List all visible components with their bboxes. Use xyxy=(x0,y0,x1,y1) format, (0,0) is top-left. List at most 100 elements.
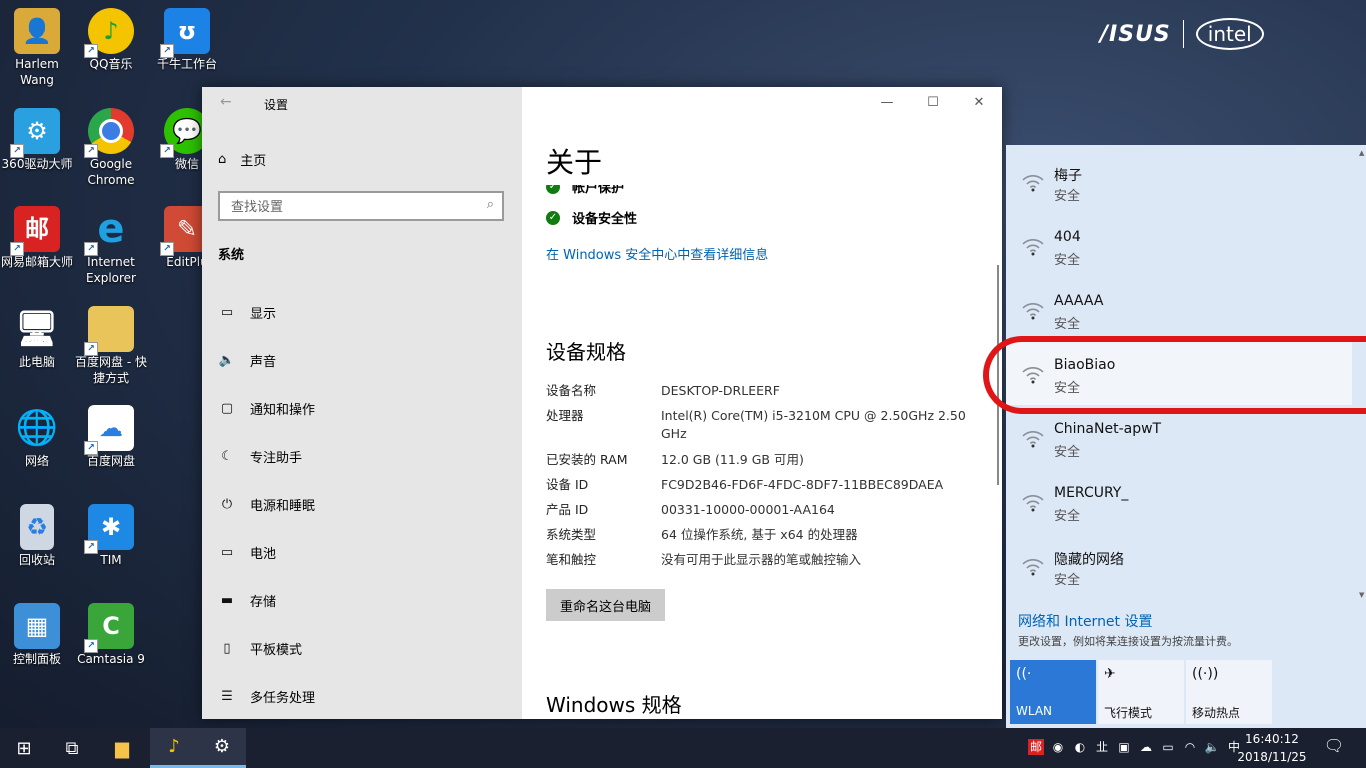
section-label-system: 系统 xyxy=(218,248,245,263)
asus-logo: /ISUS xyxy=(1100,21,1171,47)
flyout-scrollbar[interactable]: ▲ ▼ xyxy=(1358,149,1364,599)
spec-row: 产品 ID 00331-10000-00001-AA164 xyxy=(546,502,835,517)
display-icon: ▭ xyxy=(220,304,234,320)
mail-master-tray-icon[interactable]: 邮 xyxy=(1028,739,1044,755)
settings-sidebar: ← 设置 ⌂ 主页 ⌕ 系统 ▭显示 🔈声音 ▢通知和操作 ☾专注助手 ⏻电源和… xyxy=(202,87,522,719)
taskbar-clock[interactable]: 16:40:12 2018/11/25 xyxy=(1232,730,1312,766)
desktop-icon-harlem-wang[interactable]: 👤 Harlem Wang xyxy=(0,8,74,88)
nav-item-tablet-mode[interactable]: ▯ 平板模式 xyxy=(218,636,302,660)
recycle-bin-icon: ♻ xyxy=(20,504,54,550)
wifi-network-item[interactable]: BiaoBiao 安全 xyxy=(1006,341,1352,405)
qq-music-icon: ♪ ↗ xyxy=(84,8,134,58)
desktop-icon-control-panel[interactable]: ▦ 控制面板 xyxy=(0,603,74,667)
wifi-network-item[interactable]: ChinaNet-apwT 安全 xyxy=(1006,405,1352,469)
folder-icon: ↗ xyxy=(84,306,134,356)
wifi-icon xyxy=(1022,367,1044,384)
nav-item-power[interactable]: ⏻ 电源和睡眠 xyxy=(218,492,315,516)
spec-row: 已安装的 RAM 12.0 GB (11.9 GB 可用) xyxy=(546,452,804,467)
content-scrollbar[interactable] xyxy=(997,265,999,485)
network-settings-description: 更改设置，例如将某连接设置为按流量计费。 xyxy=(1018,635,1238,648)
wifi-icon xyxy=(1022,175,1044,192)
input-method-icon[interactable]: 㐀 xyxy=(1094,739,1110,755)
wifi-icon xyxy=(1022,495,1044,512)
wifi-icon xyxy=(1022,559,1044,576)
network-flyout: 梅子 安全 404 安全 AAAAA 安全 BiaoBiao 安全 ChinaN… xyxy=(1006,145,1366,728)
desktop-icon-network[interactable]: 🌐 网络 xyxy=(0,405,74,469)
clock-date: 2018/11/25 xyxy=(1237,750,1307,764)
hotspot-icon: ((·)) xyxy=(1192,666,1219,682)
wifi-icon[interactable]: ◠ xyxy=(1182,739,1198,755)
wifi-network-item[interactable]: MERCURY_ 安全 xyxy=(1006,469,1352,533)
wifi-network-item[interactable]: 404 安全 xyxy=(1006,213,1352,277)
mobile-hotspot-tile[interactable]: ((·)) 移动热点 xyxy=(1186,660,1272,724)
airplane-mode-tile[interactable]: ✈ 飞行模式 xyxy=(1098,660,1184,724)
tim-icon: ✱ ↗ xyxy=(84,504,134,554)
nav-item-focus-assist[interactable]: ☾ 专注助手 xyxy=(218,444,302,468)
volume-icon[interactable]: 🔈 xyxy=(1204,739,1220,755)
power-icon: ⏻ xyxy=(221,496,233,512)
battery-icon: ▭ xyxy=(220,544,234,560)
close-icon[interactable]: ✕ xyxy=(956,87,1002,119)
nav-home[interactable]: ⌂ 主页 xyxy=(218,150,266,169)
rename-pc-button[interactable]: 重命名这台电脑 xyxy=(546,589,666,621)
taskbar-qq-music[interactable]: ♪ xyxy=(150,728,198,768)
desktop-icon-baidu-netdisk[interactable]: ☁ ↗ 百度网盘 xyxy=(74,405,148,469)
desktop-icon-qianniu[interactable]: ʊ ↗ 千牛工作台 xyxy=(150,8,224,72)
desktop-icon-360-driver[interactable]: ⚙ ↗ 360驱动大师 xyxy=(0,108,74,172)
search-box[interactable]: ⌕ xyxy=(218,191,504,221)
settings-window: ← 设置 ⌂ 主页 ⌕ 系统 ▭显示 🔈声音 ▢通知和操作 ☾专注助手 ⏻电源和… xyxy=(202,87,1002,719)
taskbar-settings[interactable]: ⚙ xyxy=(198,728,246,768)
network-icon: 🌐 xyxy=(15,408,59,448)
desktop-icon-this-pc[interactable]: 🖥 此电脑 xyxy=(0,306,74,370)
search-icon[interactable]: ⌕ xyxy=(487,197,494,212)
qq-music-icon: ♪ xyxy=(168,736,180,757)
nav-item-battery[interactable]: ▭ 电池 xyxy=(218,540,276,564)
wifi-network-item[interactable]: 隐藏的网络 安全 xyxy=(1006,533,1352,597)
desktop-icon-mail-master[interactable]: 邮 ↗ 网易邮箱大师 xyxy=(0,206,74,270)
wifi-network-item[interactable]: AAAAA 安全 xyxy=(1006,277,1352,341)
nav-item-notifications[interactable]: ▢ 通知和操作 xyxy=(218,396,315,420)
task-view-button[interactable]: ⧉ xyxy=(48,728,96,768)
spec-row: 设备名称 DESKTOP-DRLEERF xyxy=(546,383,780,398)
action-center-icon[interactable]: 🗨 xyxy=(1320,736,1348,760)
desktop-icon-camtasia[interactable]: C ↗ Camtasia 9 xyxy=(74,603,148,667)
nav-item-multitasking[interactable]: ☰ 多任务处理 xyxy=(218,684,315,708)
wifi-network-item[interactable]: 梅子 安全 xyxy=(1006,149,1352,213)
windows-spec-heading: Windows 规格 xyxy=(546,693,682,717)
moon-icon: ☾ xyxy=(221,448,233,464)
scroll-down-icon[interactable]: ▼ xyxy=(1359,591,1364,599)
camtasia-icon: C ↗ xyxy=(84,603,134,653)
minimize-icon[interactable]: — xyxy=(864,87,910,119)
nav-item-storage[interactable]: ▬ 存储 xyxy=(218,588,276,612)
wifi-icon: ((· xyxy=(1016,666,1032,682)
wlan-tile[interactable]: ((· WLAN xyxy=(1010,660,1096,724)
multitask-icon: ☰ xyxy=(221,688,233,704)
wifi-icon xyxy=(1022,431,1044,448)
desktop-icon-tim[interactable]: ✱ ↗ TIM xyxy=(74,504,148,568)
network-settings-link[interactable]: 网络和 Internet 设置 xyxy=(1018,611,1153,631)
control-panel-icon: ▦ xyxy=(14,603,60,649)
desktop-icon-baidu-shortcut[interactable]: ↗ 百度网盘 - 快捷方式 xyxy=(74,306,148,386)
search-input[interactable] xyxy=(229,194,473,220)
tablet-icon: ▯ xyxy=(223,640,231,656)
desktop-icon-ie[interactable]: e ↗ Internet Explorer xyxy=(74,206,148,286)
desktop-icon-qq-music[interactable]: ♪ ↗ QQ音乐 xyxy=(74,8,148,72)
baidu-tray-icon[interactable]: ☁ xyxy=(1138,739,1154,755)
window-controls: — ☐ ✕ xyxy=(864,87,1002,119)
desktop-icon-chrome[interactable]: ↗ Google Chrome xyxy=(74,108,148,188)
battery-icon[interactable]: ▭ xyxy=(1160,739,1176,755)
maximize-icon[interactable]: ☐ xyxy=(910,87,956,119)
spec-row: 系统类型 64 位操作系统, 基于 x64 的处理器 xyxy=(546,527,858,542)
start-button[interactable]: ⊞ xyxy=(0,728,48,768)
monitor-tray-icon[interactable]: ▣ xyxy=(1116,739,1132,755)
desktop-icon-recycle-bin[interactable]: ♻ 回收站 xyxy=(0,504,74,568)
airplane-icon: ✈ xyxy=(1104,666,1116,682)
taskbar-file-explorer[interactable]: ▆ xyxy=(98,728,146,768)
scroll-up-icon[interactable]: ▲ xyxy=(1359,149,1364,157)
back-arrow-icon[interactable]: ← xyxy=(220,94,232,110)
security-center-link[interactable]: 在 Windows 安全中心中查看详细信息 xyxy=(546,244,768,263)
360-tray-icon[interactable]: ◐ xyxy=(1072,739,1088,755)
wechat-tray-icon[interactable]: ◉ xyxy=(1050,739,1066,755)
nav-item-sound[interactable]: 🔈 声音 xyxy=(218,348,276,372)
nav-item-display[interactable]: ▭ 显示 xyxy=(218,300,276,324)
